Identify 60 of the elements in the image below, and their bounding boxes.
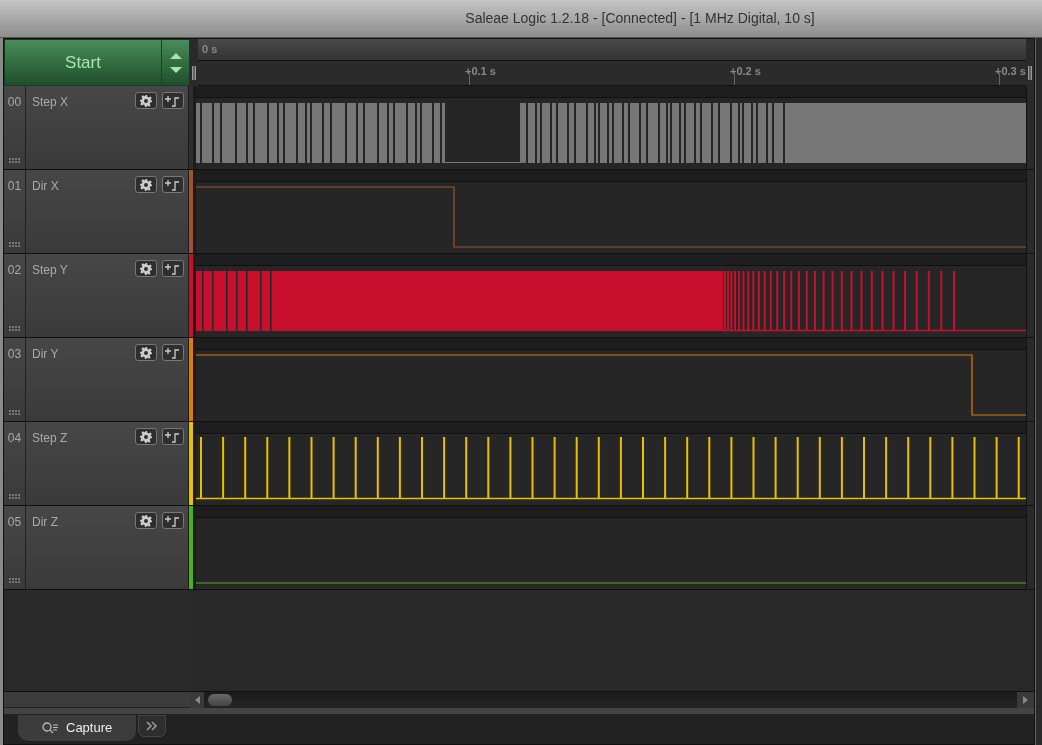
settings-icon bbox=[140, 430, 153, 443]
window-title: Saleae Logic 1.2.18 - [Connected] - [1 MHz Digital, 10 s] bbox=[465, 9, 815, 28]
settings-icon bbox=[140, 346, 153, 359]
capture-tab[interactable]: Capture bbox=[18, 715, 137, 741]
drag-grip-icon bbox=[8, 326, 21, 331]
channel-number: 02 bbox=[7, 262, 22, 279]
cursor-handle-icon bbox=[192, 66, 196, 80]
channel-name[interactable]: Step Z bbox=[32, 428, 131, 447]
add-analyzer-button[interactable] bbox=[162, 512, 185, 529]
settings-icon bbox=[140, 514, 153, 527]
channel-number: 00 bbox=[7, 94, 22, 111]
more-tabs-button[interactable] bbox=[138, 715, 167, 737]
drag-grip-icon bbox=[8, 578, 21, 583]
horizontal-scrollbar[interactable] bbox=[190, 692, 1034, 707]
add-analyzer-button[interactable] bbox=[162, 176, 185, 193]
time-origin-label: 0 s bbox=[202, 42, 218, 58]
drag-grip-icon bbox=[8, 158, 21, 163]
up-down-arrows-icon bbox=[169, 52, 182, 73]
drag-grip-icon bbox=[8, 410, 21, 415]
double-chevron-icon bbox=[146, 721, 159, 731]
search-list-icon bbox=[42, 722, 60, 734]
settings-icon bbox=[140, 178, 153, 191]
plus-edge-icon bbox=[165, 514, 182, 527]
plus-edge-icon bbox=[165, 346, 182, 359]
channel-name[interactable]: Dir X bbox=[32, 176, 131, 195]
cursor-handle-icon bbox=[1028, 66, 1032, 80]
add-analyzer-button[interactable] bbox=[162, 260, 185, 277]
settings-icon bbox=[140, 94, 153, 107]
channel-name[interactable]: Dir Y bbox=[32, 344, 131, 363]
drag-grip-icon bbox=[8, 242, 21, 247]
right-arrow-icon bbox=[1023, 695, 1028, 704]
scroll-right-button[interactable] bbox=[1017, 691, 1034, 708]
channel-settings-button[interactable] bbox=[135, 344, 158, 361]
channel-settings-button[interactable] bbox=[135, 260, 158, 277]
time-tick-label: +0.3 s bbox=[995, 64, 1026, 79]
plus-edge-icon bbox=[165, 178, 182, 191]
channel-name[interactable]: Step X bbox=[32, 92, 131, 111]
time-tick-label: +0.1 s bbox=[465, 64, 496, 79]
channel-number: 03 bbox=[7, 346, 22, 363]
channel-settings-button[interactable] bbox=[135, 512, 158, 529]
add-analyzer-button[interactable] bbox=[162, 344, 185, 361]
time-tick-label: +0.2 s bbox=[730, 64, 761, 79]
drag-grip-icon bbox=[8, 494, 21, 499]
plus-edge-icon bbox=[165, 430, 182, 443]
plus-edge-icon bbox=[165, 262, 182, 275]
channel-name[interactable]: Dir Z bbox=[32, 512, 131, 531]
channel-number: 05 bbox=[7, 514, 22, 531]
channel-number: 01 bbox=[7, 178, 22, 195]
channel-number: 04 bbox=[7, 430, 22, 447]
add-analyzer-button[interactable] bbox=[162, 92, 185, 109]
left-arrow-icon bbox=[194, 695, 200, 704]
scrollbar-thumb[interactable] bbox=[208, 693, 232, 706]
channel-settings-button[interactable] bbox=[135, 428, 158, 445]
plus-edge-icon bbox=[165, 94, 182, 107]
channel-settings-button[interactable] bbox=[135, 92, 158, 109]
channel-name[interactable]: Step Y bbox=[32, 260, 131, 279]
settings-icon bbox=[140, 262, 153, 275]
scroll-left-button[interactable] bbox=[190, 691, 204, 708]
channel-settings-button[interactable] bbox=[135, 176, 158, 193]
add-analyzer-button[interactable] bbox=[162, 428, 185, 445]
